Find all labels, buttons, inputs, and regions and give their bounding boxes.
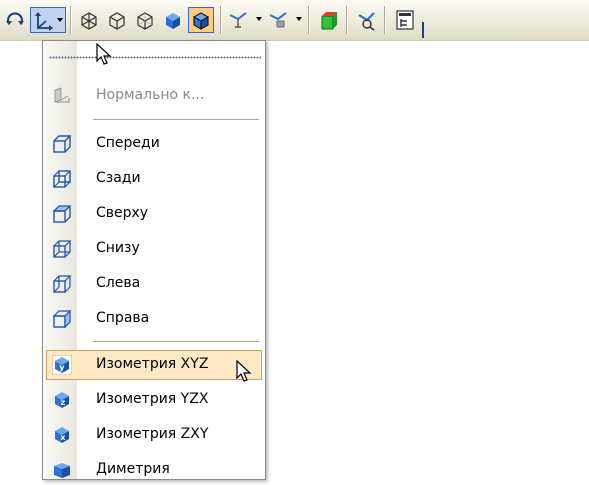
wireframe-button[interactable] xyxy=(76,7,102,33)
section-button[interactable] xyxy=(226,7,264,33)
toolbar-overflow-marker xyxy=(422,22,424,38)
shaded-edges-icon xyxy=(192,12,210,30)
toolbar-separator xyxy=(70,6,72,34)
menu-item-back[interactable]: Сзади xyxy=(46,164,262,194)
menu-item-label: Нормально к... xyxy=(96,87,205,103)
hidden-lines-icon xyxy=(109,12,125,30)
model-tree-button[interactable] xyxy=(392,7,418,33)
view-back-icon xyxy=(53,170,71,188)
model-tree-icon xyxy=(396,10,414,30)
orientation-icon xyxy=(35,12,53,31)
shaded-button[interactable] xyxy=(160,7,186,33)
view-filter-icon xyxy=(269,12,287,28)
toolbar-separator xyxy=(220,6,222,34)
view-bottom-icon xyxy=(53,240,72,258)
menu-item-normal-to[interactable]: Нормально к... xyxy=(46,81,262,111)
menu-item-label: Изометрия YZX xyxy=(96,391,209,407)
toolbar-separator xyxy=(308,6,310,34)
shaded-icon xyxy=(166,13,180,29)
rotate-icon xyxy=(6,12,24,25)
orientation-dropdown-arrow xyxy=(57,18,63,22)
menu-separator xyxy=(93,341,259,342)
iso-zxy-icon: x xyxy=(55,427,69,443)
menu-item-bottom[interactable]: Снизу xyxy=(46,234,262,264)
menu-item-dimetric[interactable]: Диметрия xyxy=(46,455,262,485)
menu-item-iso-yzx[interactable]: z Изометрия YZX xyxy=(46,385,262,415)
menu-item-label: Сзади xyxy=(96,170,141,186)
orientation-dropdown-menu: Нормально к... Спереди Сзади Сверху Сниз… xyxy=(42,40,266,480)
menu-item-label: Справа xyxy=(96,310,150,326)
menu-item-label: Спереди xyxy=(96,135,160,151)
view-right-icon xyxy=(52,309,72,329)
menu-separator xyxy=(93,119,259,120)
svg-text:x: x xyxy=(60,433,66,442)
svg-text:z: z xyxy=(61,398,66,407)
iso-xyz-icon: y xyxy=(52,355,72,375)
view-filter-button[interactable] xyxy=(266,7,304,33)
hidden-lines-button[interactable] xyxy=(104,7,130,33)
menu-item-top[interactable]: Сверху xyxy=(46,199,262,229)
menu-item-left[interactable]: Слева xyxy=(46,269,262,299)
shaded-edges-button[interactable] xyxy=(188,7,214,33)
mouse-cursor-icon xyxy=(236,360,252,382)
iso-yzx-icon: z xyxy=(55,392,69,408)
view-front-icon xyxy=(53,135,72,153)
view-filter-dropdown-arrow xyxy=(296,17,302,21)
view-left-icon xyxy=(53,275,72,293)
menu-item-label: Слева xyxy=(96,275,141,291)
menu-item-label: Изометрия XYZ xyxy=(96,356,209,372)
color-cube-button[interactable] xyxy=(316,7,342,33)
toolbar-separator xyxy=(384,6,386,34)
orientation-button[interactable] xyxy=(30,7,66,33)
menu-item-iso-xyz[interactable]: y Изометрия XYZ xyxy=(46,350,262,380)
hidden-lines-thin-button[interactable] xyxy=(132,7,158,33)
hidden-lines-thin-icon xyxy=(137,12,153,30)
perspective-button[interactable] xyxy=(354,7,380,33)
menu-tearoff-grip[interactable] xyxy=(49,56,261,59)
menu-item-right[interactable]: Справа xyxy=(46,304,262,334)
dimetric-icon xyxy=(54,463,70,478)
menu-item-label: Сверху xyxy=(96,205,149,221)
view-toolbar xyxy=(0,0,589,41)
normal-to-icon xyxy=(54,87,70,103)
menu-item-label: Изометрия ZXY xyxy=(96,426,209,442)
wireframe-icon xyxy=(81,12,97,30)
section-dropdown-arrow xyxy=(256,17,262,21)
menu-item-front[interactable]: Спереди xyxy=(46,129,262,159)
section-icon xyxy=(229,12,247,28)
color-cube-icon xyxy=(321,12,337,30)
rotate-button[interactable] xyxy=(2,7,28,33)
toolbar-separator xyxy=(346,6,348,34)
menu-item-label: Снизу xyxy=(96,240,140,256)
menu-item-iso-zxy[interactable]: x Изометрия ZXY xyxy=(46,420,262,450)
mouse-cursor-icon xyxy=(96,43,112,65)
svg-text:y: y xyxy=(59,363,65,372)
view-top-icon xyxy=(52,205,72,223)
perspective-icon xyxy=(358,12,375,31)
